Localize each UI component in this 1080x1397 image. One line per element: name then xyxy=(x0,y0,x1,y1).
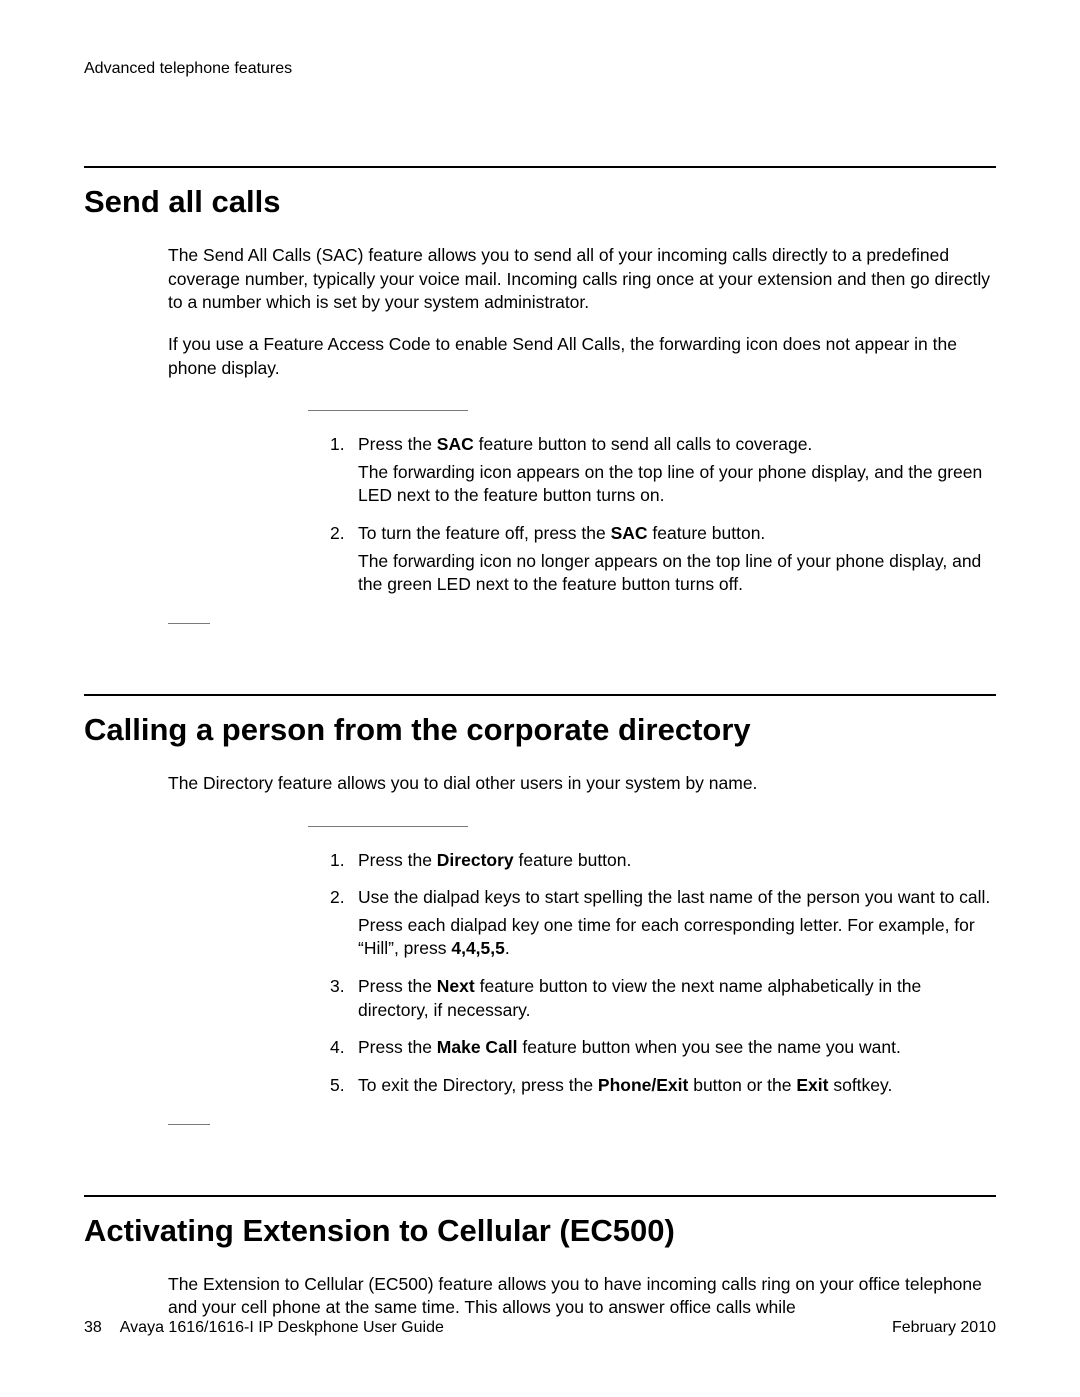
step-text: feature button. xyxy=(648,523,766,543)
heading-send-all-calls: Send all calls xyxy=(84,184,996,220)
step-subtext: The forwarding icon appears on the top l… xyxy=(358,461,996,508)
step-text: Press the xyxy=(358,434,437,454)
body-text: The Directory feature allows you to dial… xyxy=(168,772,996,1125)
page-footer: 38 Avaya 1616/1616-I IP Deskphone User G… xyxy=(84,1319,996,1337)
section-send-all-calls: Send all calls The Send All Calls (SAC) … xyxy=(84,166,996,624)
step-item: Press the Directory feature button. xyxy=(336,849,996,873)
step-bold: Exit xyxy=(796,1075,828,1095)
step-item: Press the SAC feature button to send all… xyxy=(336,433,996,508)
paragraph: If you use a Feature Access Code to enab… xyxy=(168,333,996,380)
section-ec500: Activating Extension to Cellular (EC500)… xyxy=(84,1195,996,1320)
chapter-title: Advanced telephone features xyxy=(84,60,292,77)
step-item: Use the dialpad keys to start spelling t… xyxy=(336,886,996,961)
step-bold: Phone/Exit xyxy=(598,1075,688,1095)
steps-divider-top xyxy=(308,826,468,827)
doc-title: Avaya 1616/1616-I IP Deskphone User Guid… xyxy=(120,1319,444,1337)
step-subtext: The forwarding icon no longer appears on… xyxy=(358,550,996,597)
step-text: button or the xyxy=(688,1075,796,1095)
step-text: Press the xyxy=(358,850,437,870)
steps-divider-bottom xyxy=(168,1124,210,1125)
step-item: To exit the Directory, press the Phone/E… xyxy=(336,1074,996,1098)
step-item: Press the Next feature button to view th… xyxy=(336,975,996,1022)
step-bold: Directory xyxy=(437,850,514,870)
step-bold: SAC xyxy=(611,523,648,543)
step-sub-bold: 4,4,5,5 xyxy=(451,938,505,958)
body-text: The Send All Calls (SAC) feature allows … xyxy=(168,244,996,624)
paragraph: The Send All Calls (SAC) feature allows … xyxy=(168,244,996,315)
steps-list: Press the SAC feature button to send all… xyxy=(336,433,996,597)
heading-ec500: Activating Extension to Cellular (EC500) xyxy=(84,1213,996,1249)
paragraph: The Extension to Cellular (EC500) featur… xyxy=(168,1273,996,1320)
step-sub-text: . xyxy=(505,938,510,958)
steps-list: Press the Directory feature button. Use … xyxy=(336,849,996,1098)
step-subtext: Press each dialpad key one time for each… xyxy=(358,914,996,961)
section-corporate-directory: Calling a person from the corporate dire… xyxy=(84,694,996,1125)
step-text: Press the xyxy=(358,1037,437,1057)
step-text: feature button to send all calls to cove… xyxy=(474,434,813,454)
page-header: Advanced telephone features xyxy=(84,60,996,78)
step-item: To turn the feature off, press the SAC f… xyxy=(336,522,996,597)
step-text: feature button when you see the name you… xyxy=(518,1037,901,1057)
step-item: Press the Make Call feature button when … xyxy=(336,1036,996,1060)
step-text: Use the dialpad keys to start spelling t… xyxy=(358,887,990,907)
steps-divider-bottom xyxy=(168,623,210,624)
heading-corporate-directory: Calling a person from the corporate dire… xyxy=(84,712,996,748)
step-text: Press the xyxy=(358,976,437,996)
paragraph: The Directory feature allows you to dial… xyxy=(168,772,996,796)
steps-divider-top xyxy=(308,410,468,411)
step-bold: SAC xyxy=(437,434,474,454)
page-number: 38 xyxy=(84,1319,102,1337)
step-bold: Make Call xyxy=(437,1037,518,1057)
footer-date: February 2010 xyxy=(892,1319,996,1337)
footer-left: 38 Avaya 1616/1616-I IP Deskphone User G… xyxy=(84,1319,444,1337)
step-text: softkey. xyxy=(828,1075,892,1095)
step-bold: Next xyxy=(437,976,475,996)
step-text: To turn the feature off, press the xyxy=(358,523,611,543)
step-text: feature button. xyxy=(514,850,632,870)
step-text: To exit the Directory, press the xyxy=(358,1075,598,1095)
body-text: The Extension to Cellular (EC500) featur… xyxy=(168,1273,996,1320)
